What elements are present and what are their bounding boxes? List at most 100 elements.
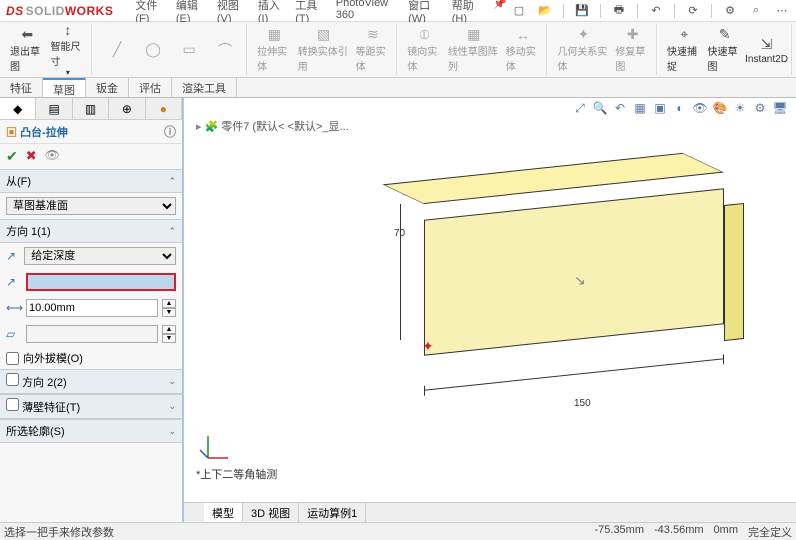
slab-side xyxy=(724,203,744,341)
bottom-tabs: 模型 3D 视图 运动算例1 xyxy=(184,502,796,522)
section-thin[interactable]: 薄壁特征(T) ⌄ xyxy=(0,394,182,419)
instant2d-button[interactable]: ⇲Instant2D xyxy=(746,24,787,75)
view-settings-icon[interactable]: ⚙ xyxy=(752,100,768,116)
model-preview[interactable]: ✦ xyxy=(424,178,764,368)
tab-sheetmetal[interactable]: 钣金 xyxy=(86,78,129,97)
view-name-label: *上下二等角轴测 xyxy=(196,466,277,482)
section-dir1[interactable]: 方向 1(1)⌃ xyxy=(0,219,182,243)
smart-dim-button[interactable]: ↕智能尺寸▾ xyxy=(49,24,88,75)
undo-icon[interactable]: ↶ xyxy=(648,3,664,19)
display-style-icon[interactable]: ◐ xyxy=(672,100,688,116)
status-bar: 选择一把手来修改参数 -75.35mm -43.56mm 0mm 完全定义 xyxy=(0,522,796,540)
viewport[interactable]: ⤢ 🔍 ↶ ▦ ▣ ◐ 👁 🎨 ☀ ⚙ 🖥 ▸ 🧩 零件7 (默认< <默认>_… xyxy=(184,98,796,522)
define-status: 完全定义 xyxy=(748,524,792,540)
save-icon[interactable]: 💾 xyxy=(574,3,590,19)
title-toolbar: ▢ 📂 💾 🖶 ↶ ⟳ ⚙ ⌕ ⋯ xyxy=(511,3,790,19)
section-dir2[interactable]: 方向 2(2) ⌄ xyxy=(0,369,182,394)
spin-control[interactable]: ▲▼ xyxy=(162,299,176,317)
mirror-button[interactable]: ⦶镜向实体 xyxy=(405,24,444,75)
offset-entities-button[interactable]: ≋等距实体 xyxy=(354,24,393,75)
hide-show-icon[interactable]: 👁 xyxy=(692,100,708,116)
extrude-ref-button[interactable]: ▦拉伸实体 xyxy=(255,24,294,75)
screen-icon[interactable]: 🖥 xyxy=(772,100,788,116)
depth-input[interactable] xyxy=(26,273,176,291)
model-breadcrumb[interactable]: ▸ 🧩 零件7 (默认< <默认>_显... xyxy=(196,118,349,134)
zoom-fit-icon[interactable]: ⤢ xyxy=(572,100,588,116)
fm-tab-feature-icon[interactable]: ◆ xyxy=(0,98,36,119)
scene-icon[interactable]: ☀ xyxy=(732,100,748,116)
preview-icon[interactable]: 👁 xyxy=(45,148,60,165)
tab-3dview[interactable]: 3D 视图 xyxy=(243,503,299,522)
dim-width[interactable]: 150 xyxy=(574,398,591,409)
circle-tool-button[interactable]: ◯ xyxy=(136,24,170,75)
dim-line-h xyxy=(424,358,724,391)
drag-handle-icon[interactable] xyxy=(574,271,586,284)
tab-motion[interactable]: 运动算例1 xyxy=(299,503,366,522)
tab-feature[interactable]: 特征 xyxy=(0,78,43,97)
help-icon[interactable]: ⓘ xyxy=(164,123,176,140)
draft-outward-label: 向外拔模(O) xyxy=(23,350,83,366)
origin-icon: ✦ xyxy=(422,338,434,355)
arc-tool-button[interactable]: ⌒ xyxy=(208,24,242,75)
direction-icon[interactable]: ↗ xyxy=(6,275,22,289)
convert-entities-button[interactable]: ▧转换实体引用 xyxy=(296,24,352,75)
line-tool-button[interactable]: ╱ xyxy=(100,24,134,75)
open-icon[interactable]: 📂 xyxy=(537,3,553,19)
section-contours[interactable]: 所选轮廓(S)⌄ xyxy=(0,419,182,443)
rect-tool-button[interactable]: ▭ xyxy=(172,24,206,75)
property-panel: ◆ ▤ ▥ ⊕ ● ▣ 凸台-拉伸 ⓘ ✔ ✖ 👁 从(F)⌃ 草图基准面 xyxy=(0,98,184,522)
fm-tab-dimxpert-icon[interactable]: ⊕ xyxy=(109,98,145,119)
options-icon[interactable]: ⚙ xyxy=(722,3,738,19)
caret-icon: ⌄ xyxy=(168,401,176,412)
print-icon[interactable]: 🖶 xyxy=(611,3,627,19)
rebuild-icon[interactable]: ⟳ xyxy=(685,3,701,19)
fm-tab-display-icon[interactable]: ▥ xyxy=(73,98,109,119)
tab-evaluate[interactable]: 评估 xyxy=(129,78,172,97)
view-triad-icon[interactable] xyxy=(198,428,232,462)
quicksnap-button[interactable]: ⌖快速捕捉 xyxy=(665,24,704,75)
section-view-icon[interactable]: ▦ xyxy=(632,100,648,116)
ribbon: ⬅退出草图 ↕智能尺寸▾ ╱ ◯ ▭ ⌒ ▦拉伸实体 ▧转换实体引用 ≋等距实体… xyxy=(0,22,796,78)
spin-control[interactable]: ▲▼ xyxy=(162,325,176,343)
thin-checkbox[interactable] xyxy=(6,398,19,411)
fm-tab-appearances-icon[interactable]: ● xyxy=(146,98,182,119)
exit-sketch-button[interactable]: ⬅退出草图 xyxy=(8,24,47,75)
view-orient-icon[interactable]: ▣ xyxy=(652,100,668,116)
appearance-icon[interactable]: 🎨 xyxy=(712,100,728,116)
caret-icon: ⌄ xyxy=(168,376,176,387)
tab-sketch[interactable]: 草图 xyxy=(43,78,86,97)
from-select[interactable]: 草图基准面 xyxy=(6,197,176,215)
new-icon[interactable]: ▢ xyxy=(511,3,527,19)
zoom-area-icon[interactable]: 🔍 xyxy=(592,100,608,116)
expand-icon[interactable]: ▸ xyxy=(196,120,202,133)
app-logo: DSSOLIDWORKS xyxy=(6,4,113,18)
caret-icon: ⌄ xyxy=(168,426,176,437)
title-bar: DSSOLIDWORKS 文件(F) 编辑(E) 视图(V) 插入(I) 工具(… xyxy=(0,0,796,22)
tab-render[interactable]: 渲染工具 xyxy=(172,78,237,97)
dir2-checkbox[interactable] xyxy=(6,373,19,386)
more-icon[interactable]: ⋯ xyxy=(774,3,790,19)
draft-outward-checkbox[interactable] xyxy=(6,352,19,365)
reverse-icon[interactable]: ↗ xyxy=(6,249,20,263)
dim-input[interactable] xyxy=(26,299,158,317)
repair-sketch-button[interactable]: ✚修复草图 xyxy=(613,24,652,75)
fm-tab-config-icon[interactable]: ▤ xyxy=(36,98,72,119)
prev-view-icon[interactable]: ↶ xyxy=(612,100,628,116)
ok-icon[interactable]: ✔ xyxy=(6,148,18,165)
section-from[interactable]: 从(F)⌃ xyxy=(0,169,182,193)
rapid-sketch-button[interactable]: ✎快速草图 xyxy=(706,24,745,75)
status-hint: 选择一把手来修改参数 xyxy=(4,524,114,540)
end-condition-select[interactable]: 给定深度 xyxy=(24,247,176,265)
linear-pattern-button[interactable]: ▦线性草图阵列 xyxy=(446,24,502,75)
fm-tabs: ◆ ▤ ▥ ⊕ ● xyxy=(0,98,182,120)
dim-height[interactable]: 70 xyxy=(394,228,405,239)
draft-input[interactable] xyxy=(26,325,158,343)
cancel-icon[interactable]: ✖ xyxy=(26,148,37,165)
coord-y: -43.56mm xyxy=(654,524,704,540)
relations-button[interactable]: ✦几何关系实体 xyxy=(555,24,611,75)
search-icon[interactable]: ⌕ xyxy=(748,3,764,19)
move-entities-button[interactable]: ↔移动实体 xyxy=(504,24,543,75)
draft-icon[interactable]: ▱ xyxy=(6,327,22,341)
tab-model[interactable]: 模型 xyxy=(204,503,243,522)
caret-icon: ⌃ xyxy=(168,176,176,187)
